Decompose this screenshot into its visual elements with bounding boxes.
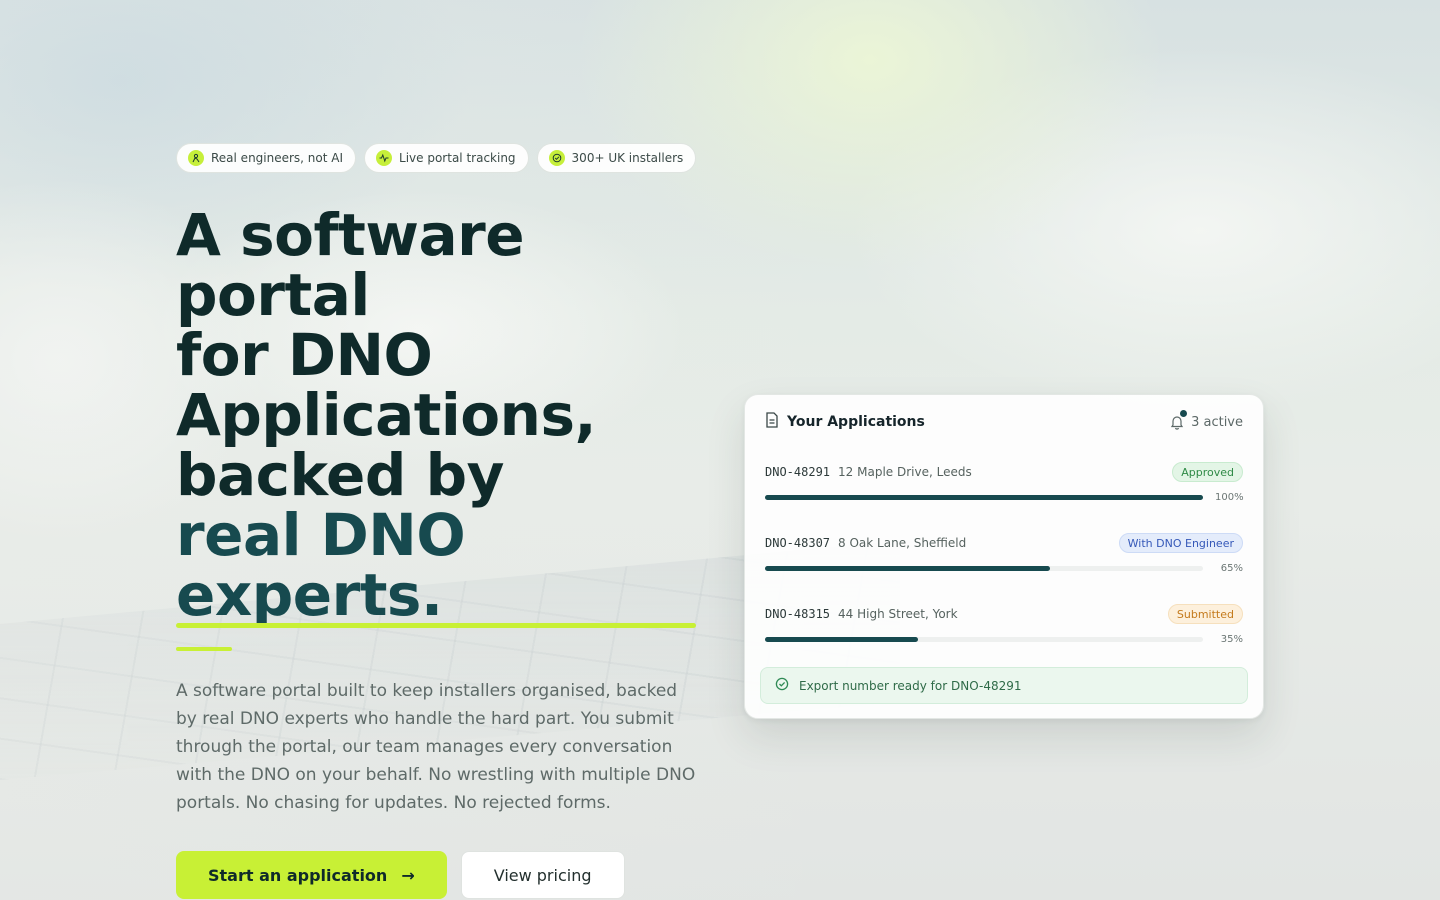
progress-label: 100% xyxy=(1215,492,1244,503)
progress-fill xyxy=(765,495,1203,500)
active-count-label: 3 active xyxy=(1191,414,1243,430)
hero-content: Real engineers, not AI Live portal track… xyxy=(176,143,716,899)
headline-line: backed by xyxy=(176,441,504,509)
hero-description: A software portal built to keep installe… xyxy=(176,681,696,813)
headline-line: A software xyxy=(176,201,525,269)
application-address: 8 Oak Lane, Sheffield xyxy=(838,536,967,550)
headline-underline xyxy=(176,623,696,628)
engineer-icon xyxy=(188,150,204,166)
card-header: Your Applications 3 active xyxy=(765,397,1243,447)
application-row[interactable]: DNO-48291 12 Maple Drive, Leeds Approved… xyxy=(765,459,1244,518)
activity-icon xyxy=(376,150,393,166)
chip-label: Real engineers, not AI xyxy=(211,151,344,165)
status-badge: Approved xyxy=(1172,462,1243,482)
status-badge: With DNO Engineer xyxy=(1118,533,1243,553)
application-id: DNO-48307 xyxy=(765,536,831,550)
application-address: 12 Maple Drive, Leeds xyxy=(838,465,972,479)
card-title: Your Applications xyxy=(787,414,925,430)
applications-card: Your Applications 3 active DNO-48291 12 … xyxy=(744,394,1264,719)
chip-label: Live portal tracking xyxy=(399,151,516,165)
headline-accent-line: real DNO xyxy=(176,501,466,569)
hero-headline: A software portal for DNO Applications, … xyxy=(176,201,716,628)
accent-divider xyxy=(176,647,232,651)
active-count[interactable]: 3 active xyxy=(1169,410,1243,430)
application-address: 44 High Street, York xyxy=(838,607,958,621)
arrow-right-icon: → xyxy=(401,865,415,885)
progress-track xyxy=(765,566,1203,571)
notification-dot xyxy=(1180,410,1188,417)
chip-live-tracking: Live portal tracking xyxy=(364,143,529,173)
application-id: DNO-48315 xyxy=(765,607,831,621)
view-pricing-button[interactable]: View pricing xyxy=(460,851,625,899)
start-application-label: Start an application xyxy=(208,865,388,885)
progress-track xyxy=(765,495,1203,500)
check-circle-icon xyxy=(775,677,789,694)
chip-real-engineers: Real engineers, not AI xyxy=(176,143,357,173)
headline-line: Applications, xyxy=(176,381,597,449)
application-row[interactable]: DNO-48315 44 High Street, York Submitted… xyxy=(765,601,1243,660)
chip-installers: 300+ UK installers xyxy=(536,143,697,173)
progress-label: 65% xyxy=(1220,563,1243,574)
document-icon xyxy=(765,412,779,432)
headline-line: for DNO xyxy=(176,321,433,389)
export-ready-notice: Export number ready for DNO-48291 xyxy=(760,667,1248,704)
chip-label: 300+ UK installers xyxy=(571,151,684,165)
status-badge: Submitted xyxy=(1167,604,1243,624)
cta-group: Start an application → View pricing xyxy=(176,851,716,899)
notice-text: Export number ready for DNO-48291 xyxy=(799,678,1022,693)
application-id: DNO-48291 xyxy=(765,465,831,479)
progress-track xyxy=(765,637,1203,642)
progress-label: 35% xyxy=(1220,634,1243,645)
headline-line: portal xyxy=(176,261,370,329)
start-application-button[interactable]: Start an application → xyxy=(176,851,447,899)
headline-accent-line: experts. xyxy=(176,565,716,628)
bell-icon xyxy=(1169,410,1188,430)
check-circle-icon xyxy=(548,150,565,166)
progress-fill xyxy=(765,637,919,642)
feature-chips: Real engineers, not AI Live portal track… xyxy=(176,143,716,173)
progress-fill xyxy=(765,566,1050,571)
application-row[interactable]: DNO-48307 8 Oak Lane, Sheffield With DNO… xyxy=(765,530,1243,589)
